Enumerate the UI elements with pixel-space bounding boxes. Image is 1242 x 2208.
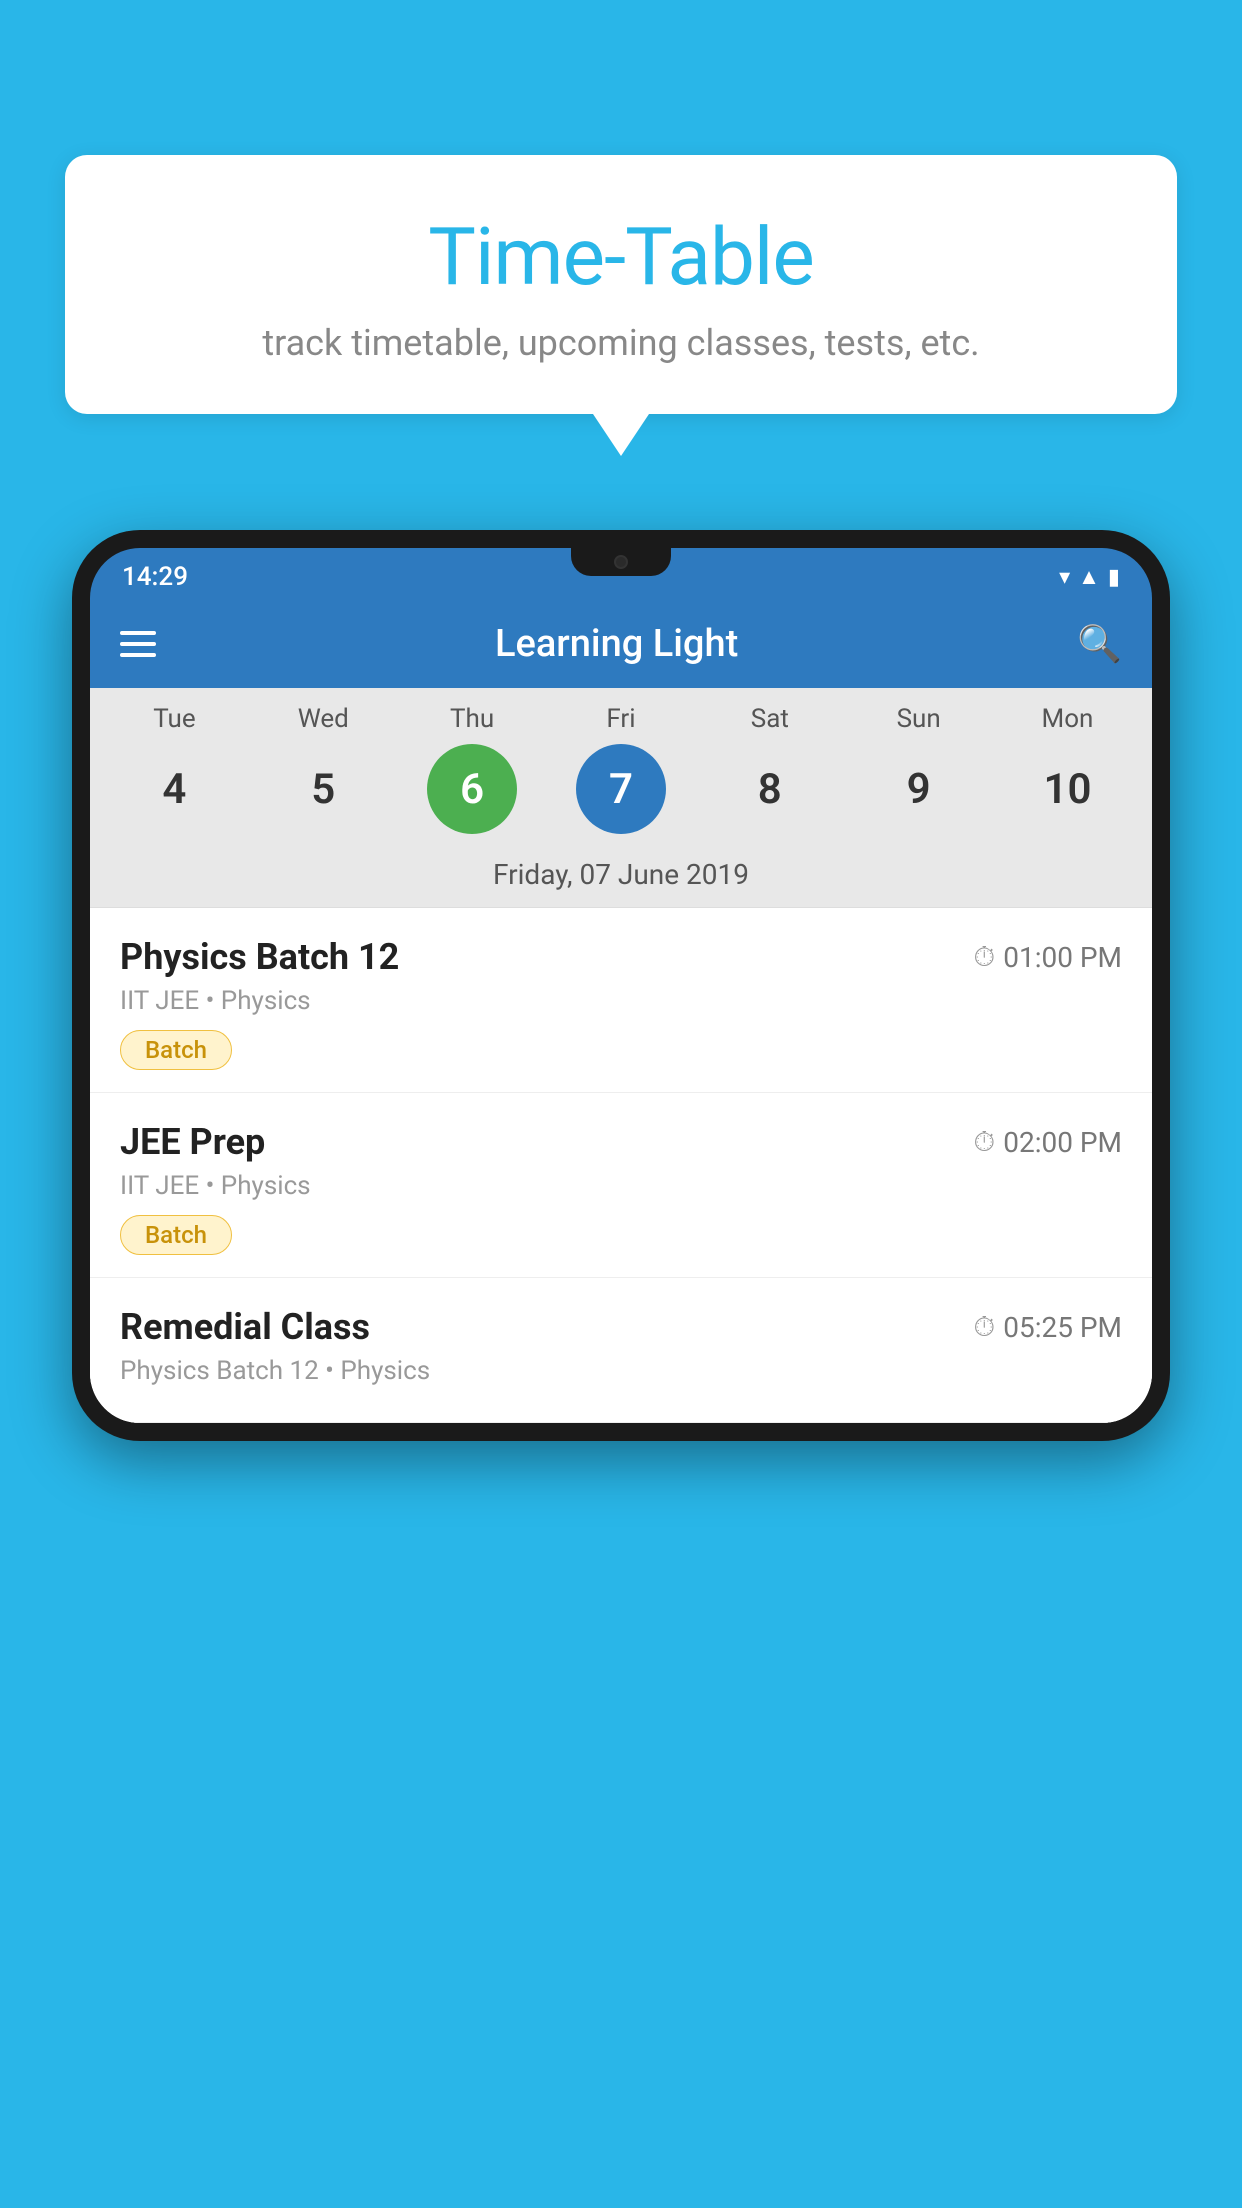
schedule-item-3-title: Remedial Class — [120, 1306, 370, 1348]
schedule-item-3[interactable]: Remedial Class ⏱ 05:25 PM Physics Batch … — [90, 1278, 1152, 1423]
schedule-item-1-header: Physics Batch 12 ⏱ 01:00 PM — [120, 936, 1122, 978]
calendar-strip: Tue Wed Thu Fri Sat Sun Mon 4 5 6 7 8 9 … — [90, 688, 1152, 908]
day-numbers: 4 5 6 7 8 9 10 — [90, 744, 1152, 834]
schedule-item-2-title: JEE Prep — [120, 1121, 265, 1163]
schedule-item-3-time: ⏱ 05:25 PM — [973, 1310, 1122, 1344]
speech-bubble-tail — [593, 414, 649, 456]
schedule-list: Physics Batch 12 ⏱ 01:00 PM IIT JEE • Ph… — [90, 908, 1152, 1423]
day-headers: Tue Wed Thu Fri Sat Sun Mon — [90, 704, 1152, 734]
hamburger-menu-button[interactable] — [120, 631, 156, 657]
day-header-sun: Sun — [874, 704, 964, 734]
day-header-tue: Tue — [129, 704, 219, 734]
day-header-thu: Thu — [427, 704, 517, 734]
clock-icon-1: ⏱ — [973, 940, 995, 974]
camera-dot — [614, 555, 628, 569]
day-6-today[interactable]: 6 — [427, 744, 517, 834]
status-time: 14:29 — [122, 562, 188, 592]
batch-badge-1: Batch — [120, 1030, 232, 1070]
day-9[interactable]: 9 — [874, 744, 964, 834]
phone-container: 14:29 ▾ ▲ ▮ Learning Light 🔍 — [72, 530, 1170, 2208]
speech-bubble: Time-Table track timetable, upcoming cla… — [65, 155, 1177, 414]
schedule-item-1-sub: IIT JEE • Physics — [120, 986, 1122, 1016]
clock-icon-2: ⏱ — [973, 1125, 995, 1159]
day-5[interactable]: 5 — [278, 744, 368, 834]
schedule-item-1[interactable]: Physics Batch 12 ⏱ 01:00 PM IIT JEE • Ph… — [90, 908, 1152, 1093]
day-8[interactable]: 8 — [725, 744, 815, 834]
selected-date-label: Friday, 07 June 2019 — [90, 848, 1152, 908]
speech-bubble-subtitle: track timetable, upcoming classes, tests… — [125, 322, 1117, 364]
day-header-fri: Fri — [576, 704, 666, 734]
day-header-wed: Wed — [278, 704, 368, 734]
schedule-item-1-time: ⏱ 01:00 PM — [973, 940, 1122, 974]
schedule-item-2-time: ⏱ 02:00 PM — [973, 1125, 1122, 1159]
schedule-item-2[interactable]: JEE Prep ⏱ 02:00 PM IIT JEE • Physics Ba… — [90, 1093, 1152, 1278]
speech-bubble-title: Time-Table — [125, 210, 1117, 304]
day-header-mon: Mon — [1022, 704, 1112, 734]
status-bar: 14:29 ▾ ▲ ▮ — [90, 548, 1152, 600]
app-title: Learning Light — [495, 622, 738, 666]
signal-icon: ▲ — [1078, 564, 1100, 590]
day-header-sat: Sat — [725, 704, 815, 734]
phone-frame: 14:29 ▾ ▲ ▮ Learning Light 🔍 — [72, 530, 1170, 1441]
schedule-item-3-header: Remedial Class ⏱ 05:25 PM — [120, 1306, 1122, 1348]
batch-badge-2: Batch — [120, 1215, 232, 1255]
day-4[interactable]: 4 — [129, 744, 219, 834]
phone-notch — [571, 548, 671, 576]
search-button[interactable]: 🔍 — [1077, 623, 1122, 665]
schedule-item-3-sub: Physics Batch 12 • Physics — [120, 1356, 1122, 1386]
clock-icon-3: ⏱ — [973, 1310, 995, 1344]
phone-screen: Learning Light 🔍 Tue Wed Thu Fri Sat Sun… — [90, 600, 1152, 1423]
schedule-item-1-title: Physics Batch 12 — [120, 936, 399, 978]
app-header: Learning Light 🔍 — [90, 600, 1152, 688]
schedule-item-2-sub: IIT JEE • Physics — [120, 1171, 1122, 1201]
speech-bubble-container: Time-Table track timetable, upcoming cla… — [65, 155, 1177, 456]
day-7-selected[interactable]: 7 — [576, 744, 666, 834]
day-10[interactable]: 10 — [1022, 744, 1112, 834]
status-icons: ▾ ▲ ▮ — [1059, 564, 1120, 590]
battery-icon: ▮ — [1108, 565, 1120, 590]
schedule-item-2-header: JEE Prep ⏱ 02:00 PM — [120, 1121, 1122, 1163]
wifi-icon: ▾ — [1059, 565, 1070, 590]
